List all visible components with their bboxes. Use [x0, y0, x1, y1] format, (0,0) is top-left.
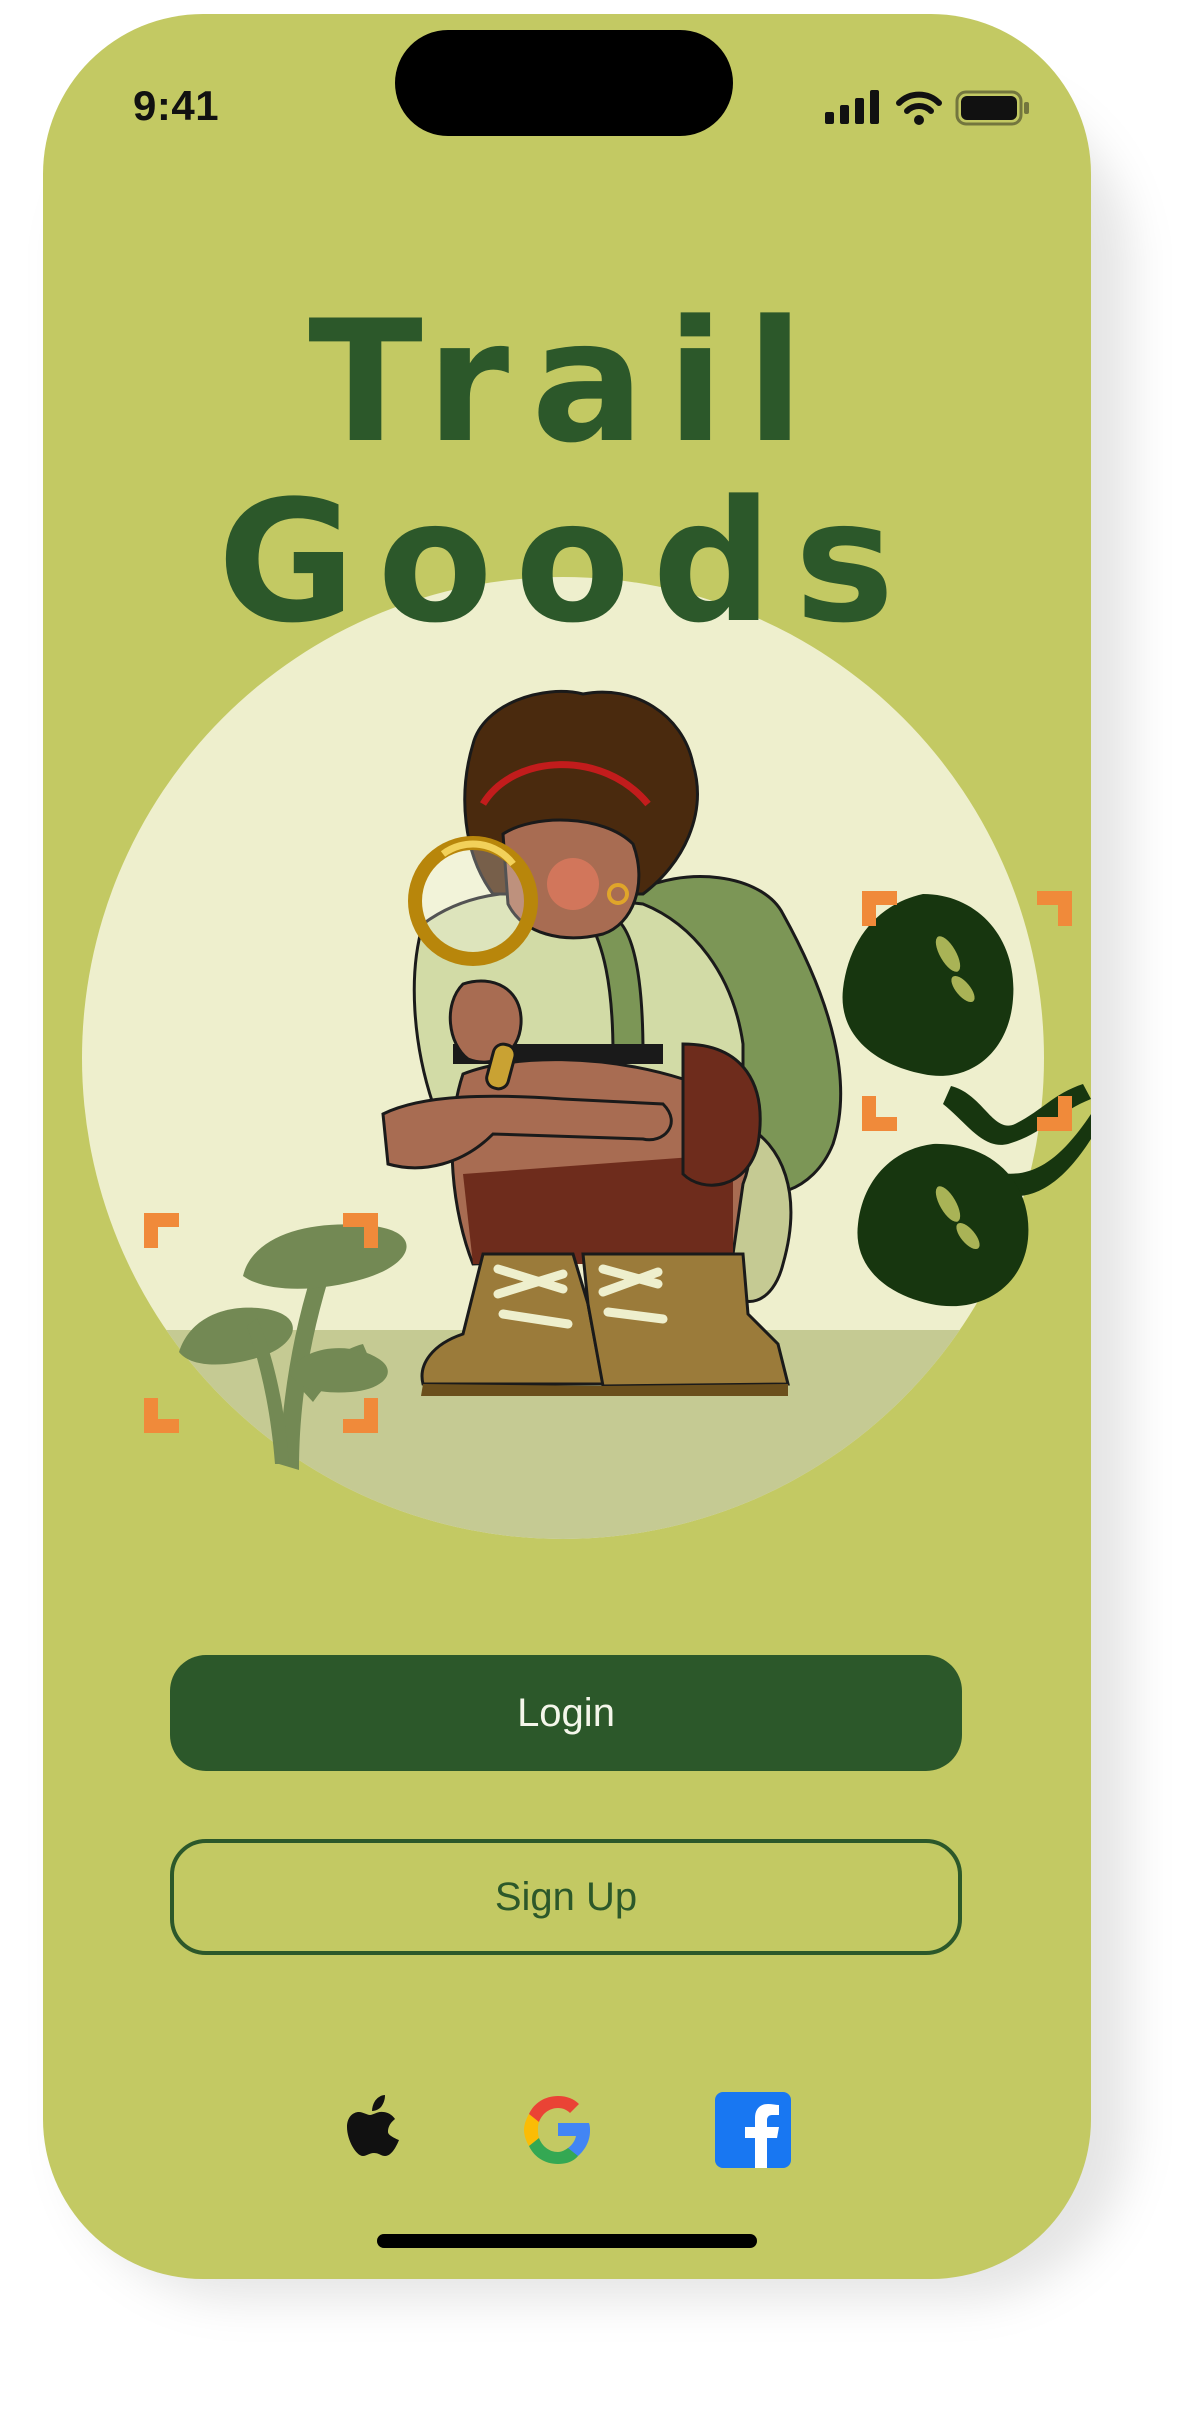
facebook-icon[interactable]: [713, 2090, 793, 2170]
signup-button[interactable]: Sign Up: [170, 1839, 962, 1955]
hero-illustration: [82, 577, 1091, 1539]
login-button[interactable]: Login: [170, 1655, 962, 1771]
apple-icon[interactable]: [335, 2090, 415, 2170]
home-indicator: [377, 2234, 757, 2248]
google-icon[interactable]: [518, 2090, 598, 2170]
app-title-line-1: Trail: [308, 284, 826, 480]
phone-screen: 9:41 Trail Goods Login Sign Up: [43, 14, 1091, 2279]
app-title-line-2: Goods: [217, 464, 917, 660]
